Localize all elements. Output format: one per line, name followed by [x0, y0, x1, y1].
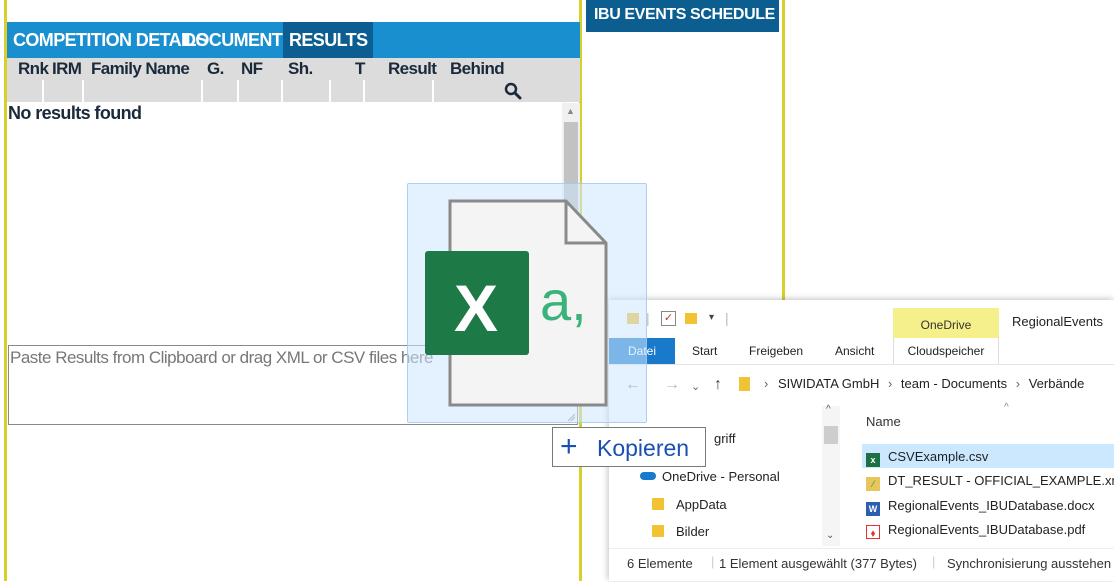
nav-item-label: AppData: [676, 497, 727, 512]
breadcrumb-item[interactable]: team - Documents: [901, 376, 1007, 391]
nav-item-appdata[interactable]: AppData: [652, 497, 727, 512]
filter-cell[interactable]: [331, 80, 365, 102]
nav-item-onedrive[interactable]: OneDrive - Personal: [640, 469, 780, 484]
filter-row: [7, 80, 580, 102]
tab-start[interactable]: Start: [692, 338, 717, 364]
location-folder-icon: [739, 377, 750, 391]
events-schedule-title[interactable]: IBU EVENTS SCHEDULE: [586, 0, 779, 32]
tab-bar: COMPETITION DETAILS DOCUMENTS RESULTS: [7, 22, 580, 58]
status-divider: |: [932, 554, 936, 569]
column-rnk[interactable]: Rnk: [18, 58, 49, 80]
breadcrumb-item[interactable]: SIWIDATA GmbH: [778, 376, 879, 391]
nav-item-label: OneDrive - Personal: [662, 469, 780, 484]
column-family-name[interactable]: Family Name: [91, 58, 190, 80]
column-nf[interactable]: NF: [241, 58, 263, 80]
filter-cell[interactable]: [44, 80, 84, 102]
nav-item[interactable]: griff: [714, 431, 735, 446]
column-gender[interactable]: G.: [207, 58, 224, 80]
filter-cell[interactable]: [84, 80, 203, 102]
csv-badge-suffix: a,: [540, 269, 587, 332]
customize-toolbar-icon[interactable]: ▾: [709, 312, 714, 323]
column-result[interactable]: Result: [388, 58, 437, 80]
plus-icon: +: [560, 430, 578, 463]
column-shooting[interactable]: Sh.: [288, 58, 313, 80]
pdf-icon: ⬧: [866, 525, 880, 539]
onedrive-context-tab[interactable]: OneDrive: [893, 308, 999, 338]
forward-arrow-icon[interactable]: →: [664, 376, 680, 394]
filter-cell[interactable]: [239, 80, 283, 102]
column-name[interactable]: Name: [866, 414, 901, 429]
status-selection: 1 Element ausgewählt (377 Bytes): [719, 556, 917, 571]
copy-label: Kopieren: [597, 435, 690, 461]
nav-item-label: Bilder: [676, 524, 710, 539]
breadcrumb-separator: ›: [887, 376, 893, 391]
new-folder-icon[interactable]: [685, 313, 697, 324]
window-title: RegionalEvents: [1012, 314, 1104, 329]
folder-icon: [652, 525, 664, 537]
status-divider: |: [711, 554, 715, 569]
properties-icon[interactable]: ✓: [661, 311, 676, 326]
status-sync: Synchronisierung ausstehen: [947, 556, 1112, 571]
nav-item-bilder[interactable]: Bilder: [652, 524, 709, 539]
tab-competition-details[interactable]: COMPETITION DETAILS: [13, 22, 208, 58]
xml-icon: ⁄: [866, 477, 880, 491]
breadcrumb-separator: ›: [764, 376, 769, 391]
folder-icon: [652, 498, 664, 510]
file-row-docx[interactable]: W RegionalEvents_IBUDatabase.docx: [866, 498, 1095, 516]
tab-results[interactable]: RESULTS: [283, 22, 374, 58]
search-icon[interactable]: [504, 82, 522, 100]
breadcrumb: › SIWIDATA GmbH › team - Documents › Ver…: [764, 376, 1084, 391]
tab-documents[interactable]: DOCUMENTS: [183, 22, 294, 58]
paste-placeholder: Paste Results from Clipboard or drag XML…: [10, 348, 433, 367]
recent-locations-icon[interactable]: ⌄: [691, 380, 700, 393]
filter-cell[interactable]: [283, 80, 331, 102]
word-icon: W: [866, 502, 880, 516]
filter-cell[interactable]: [203, 80, 239, 102]
status-bar: 6 Elemente | 1 Element ausgewählt (377 B…: [609, 548, 1114, 582]
file-name: RegionalEvents_IBUDatabase.pdf: [888, 522, 1086, 537]
tab-freigeben[interactable]: Freigeben: [749, 338, 803, 364]
tab-cloudspeicher[interactable]: Cloudspeicher: [893, 338, 999, 364]
column-behind[interactable]: Behind: [450, 58, 505, 80]
file-row-csvexample[interactable]: x CSVExample.csv: [866, 449, 988, 467]
up-arrow-icon[interactable]: ↑: [714, 376, 722, 394]
file-row-pdf[interactable]: ⬧ RegionalEvents_IBUDatabase.pdf: [866, 522, 1085, 539]
status-item-count: 6 Elemente: [627, 556, 693, 571]
column-irm[interactable]: IRM: [52, 58, 82, 80]
breadcrumb-separator: ›: [1015, 376, 1021, 391]
empty-results-message: No results found: [8, 103, 142, 123]
filter-cell[interactable]: [365, 80, 434, 102]
excel-icon: x: [866, 453, 880, 467]
filter-cell[interactable]: [7, 80, 44, 102]
file-name: DT_RESULT - OFFICIAL_EXAMPLE.xml: [888, 473, 1114, 488]
results-table-header: Rnk IRM Family Name G. NF Sh. T Result B…: [7, 58, 580, 80]
file-name: CSVExample.csv: [888, 449, 989, 464]
sort-ascending-icon: ^: [1004, 402, 1009, 413]
column-time[interactable]: T: [355, 58, 365, 80]
toolbar-divider: |: [725, 310, 729, 326]
nav-scroll-up-icon[interactable]: ^: [826, 404, 831, 415]
excel-badge-letter: X: [454, 271, 499, 345]
nav-scrollbar-thumb[interactable]: [824, 426, 838, 444]
file-name: RegionalEvents_IBUDatabase.docx: [888, 498, 1095, 513]
file-row-dt-result[interactable]: ⁄ DT_RESULT - OFFICIAL_EXAMPLE.xml: [866, 473, 1114, 491]
tab-ansicht[interactable]: Ansicht: [835, 338, 874, 364]
cloud-icon: [640, 472, 656, 480]
scroll-up-arrow-icon[interactable]: ▲: [566, 106, 575, 116]
nav-scroll-down-icon[interactable]: ⌄: [826, 530, 834, 541]
breadcrumb-item[interactable]: Verbände: [1029, 376, 1085, 391]
